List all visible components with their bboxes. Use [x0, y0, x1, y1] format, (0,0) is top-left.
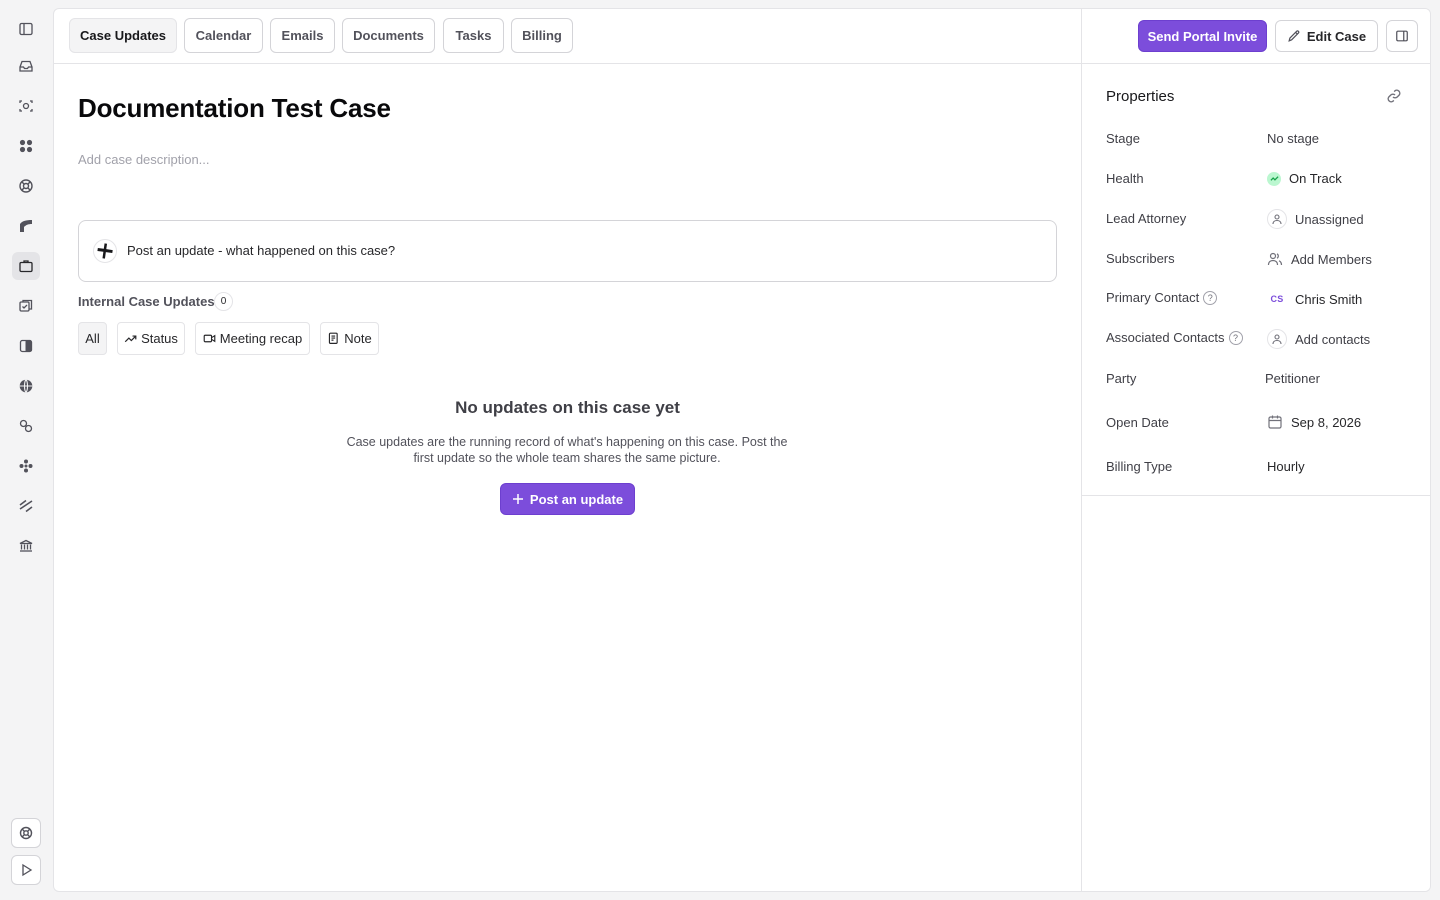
tab-tasks[interactable]: Tasks: [443, 18, 504, 53]
help-icon[interactable]: [11, 818, 41, 848]
main-panel: Case Updates Calendar Emails Documents T…: [53, 8, 1431, 892]
layers-icon[interactable]: [12, 492, 40, 520]
subscribers-value[interactable]: Add Members: [1267, 251, 1372, 267]
send-portal-invite-label: Send Portal Invite: [1147, 28, 1258, 44]
filter-all-label: All: [85, 331, 100, 346]
link-icon[interactable]: [1386, 88, 1402, 104]
bank-icon[interactable]: [12, 532, 40, 560]
panel-divider: [1082, 495, 1430, 496]
health-label: Health: [1106, 171, 1144, 186]
associated-contacts-value-label: Add contacts: [1295, 331, 1371, 347]
billing-type-value[interactable]: Hourly: [1267, 459, 1305, 474]
case-updates-content: Documentation Test Case Add case descrip…: [54, 64, 1081, 891]
associated-contacts-label: Associated Contacts ?: [1106, 330, 1243, 345]
help-circle-icon[interactable]: ?: [1228, 330, 1243, 345]
associated-contacts-label-text: Associated Contacts: [1106, 330, 1225, 345]
contact-initials-avatar: CS: [1270, 294, 1284, 304]
lead-attorney-value-label: Unassigned: [1295, 211, 1364, 227]
party-label: Party: [1106, 371, 1137, 386]
subscribers-label: Subscribers: [1106, 251, 1175, 266]
empty-state-description: Case updates are the running record of w…: [346, 435, 788, 465]
empty-state-title: No updates on this case yet: [455, 398, 680, 417]
composer-placeholder: Post an update - what happened on this c…: [127, 243, 396, 258]
tab-bar: Case Updates Calendar Emails Documents T…: [54, 9, 1081, 64]
book-icon[interactable]: [12, 332, 40, 360]
billing-type-label: Billing Type: [1106, 459, 1173, 474]
update-composer[interactable]: Post an update - what happened on this c…: [78, 220, 1057, 282]
icon-rail: [0, 0, 52, 900]
party-value[interactable]: Petitioner: [1265, 371, 1320, 386]
panel-right-icon: [1396, 30, 1408, 42]
health-trend-icon: [1267, 171, 1281, 186]
lead-attorney-value[interactable]: Unassigned: [1267, 209, 1364, 229]
tab-calendar[interactable]: Calendar: [184, 18, 263, 53]
tab-documents[interactable]: Documents: [342, 18, 435, 53]
properties-title: Properties: [1106, 88, 1175, 105]
play-icon[interactable]: [11, 855, 41, 885]
plus-icon: [512, 494, 523, 504]
case-title[interactable]: Documentation Test Case: [78, 93, 391, 124]
trending-up-icon: [124, 335, 137, 343]
lead-attorney-label: Lead Attorney: [1106, 211, 1187, 226]
properties-panel: Send Portal Invite Edit Case Properties …: [1081, 9, 1430, 891]
stage-label: Stage: [1106, 131, 1140, 146]
primary-contact-label: Primary Contact ?: [1106, 290, 1218, 305]
open-date-value-label: Sep 8, 2026: [1291, 414, 1362, 430]
dashboard-icon[interactable]: [12, 132, 40, 160]
calendar-icon: [1268, 415, 1282, 429]
tab-case-updates[interactable]: Case Updates: [69, 18, 177, 53]
shapes-icon[interactable]: [12, 412, 40, 440]
health-value-label: On Track: [1289, 171, 1342, 186]
help-circle-icon[interactable]: ?: [1203, 290, 1218, 305]
briefcase-icon[interactable]: [12, 252, 40, 280]
user-icon: [1267, 209, 1287, 229]
filter-note[interactable]: Note: [320, 322, 379, 355]
filter-note-label: Note: [344, 331, 372, 346]
panel-toggle-button[interactable]: [1386, 20, 1418, 52]
tab-billing[interactable]: Billing: [511, 18, 573, 53]
send-portal-invite-button[interactable]: Send Portal Invite: [1138, 20, 1267, 52]
note-icon: [329, 332, 338, 344]
health-value[interactable]: On Track: [1267, 171, 1342, 186]
associated-contacts-value[interactable]: Add contacts: [1267, 329, 1370, 349]
filter-status[interactable]: Status: [117, 322, 185, 355]
filter-status-label: Status: [141, 331, 178, 346]
chart-icon[interactable]: [12, 212, 40, 240]
updates-count-badge: 0: [214, 292, 233, 311]
primary-contact-value-label: Chris Smith: [1295, 291, 1363, 307]
updates-section-label: Internal Case Updates: [78, 294, 215, 309]
sidebar-toggle-icon[interactable]: [12, 15, 40, 43]
case-description-field[interactable]: Add case description...: [78, 152, 210, 167]
inbox-icon[interactable]: [12, 52, 40, 80]
filter-all[interactable]: All: [78, 322, 107, 355]
video-icon: [203, 334, 216, 343]
user-icon: [1267, 329, 1287, 349]
edit-case-button[interactable]: Edit Case: [1275, 20, 1378, 52]
filter-meeting-recap[interactable]: Meeting recap: [195, 322, 310, 355]
globe-icon[interactable]: [12, 372, 40, 400]
post-update-button-label: Post an update: [529, 491, 624, 507]
primary-contact-value[interactable]: CS Chris Smith: [1267, 289, 1362, 309]
support-icon[interactable]: [12, 172, 40, 200]
tab-emails[interactable]: Emails: [270, 18, 335, 53]
pencil-icon: [1288, 30, 1300, 42]
open-date-label: Open Date: [1106, 415, 1169, 430]
header-actions: Send Portal Invite Edit Case: [1082, 9, 1430, 64]
filter-meeting-recap-label: Meeting recap: [219, 331, 303, 346]
stage-value[interactable]: No stage: [1267, 131, 1319, 146]
users-icon: [1267, 252, 1283, 266]
subscribers-value-label: Add Members: [1291, 251, 1372, 267]
primary-contact-label-text: Primary Contact: [1106, 290, 1200, 305]
open-date-value[interactable]: Sep 8, 2026: [1267, 414, 1361, 430]
scan-icon[interactable]: [12, 92, 40, 120]
tasks-icon[interactable]: [12, 292, 40, 320]
post-update-button[interactable]: Post an update: [500, 483, 635, 515]
modules-icon[interactable]: [12, 452, 40, 480]
edit-case-label: Edit Case: [1306, 28, 1367, 44]
spark-logo-icon: [93, 239, 117, 263]
